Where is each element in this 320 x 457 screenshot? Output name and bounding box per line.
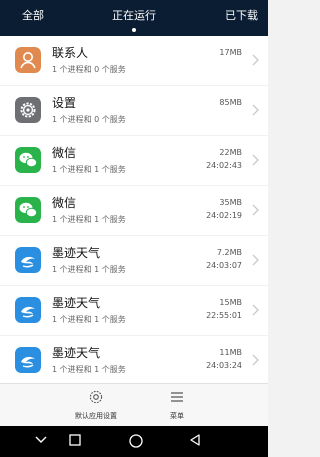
chevron-right-icon — [252, 304, 259, 316]
app-name: 联系人 — [52, 46, 89, 60]
running-apps-list: 联系人 1 个进程和 0 个服务 17MB 设置 1 个进程和 0 个服务 85… — [0, 36, 268, 385]
chevron-right-icon — [252, 54, 259, 66]
memory-size: 17MB — [219, 48, 242, 57]
wechat-icon — [15, 147, 41, 173]
memory-size: 85MB — [219, 98, 242, 107]
running-time: 24:02:43 — [206, 161, 242, 170]
memory-size: 11MB — [219, 348, 242, 357]
list-item[interactable]: 微信 1 个进程和 1 个服务 35MB 24:02:19 — [0, 186, 268, 235]
app-name: 设置 — [52, 96, 77, 110]
app-name: 墨迹天气 — [52, 346, 101, 360]
gear-icon — [89, 390, 103, 404]
active-tab-indicator — [132, 28, 136, 32]
memory-size: 35MB — [219, 198, 242, 207]
chevron-right-icon — [252, 154, 259, 166]
menu-icon — [171, 392, 183, 402]
process-count: 1 个进程和 1 个服务 — [52, 215, 126, 224]
app-name: 微信 — [52, 196, 77, 210]
settings-gear-icon — [15, 97, 41, 123]
process-count: 1 个进程和 0 个服务 — [52, 115, 126, 124]
wechat-icon — [15, 197, 41, 223]
process-count: 1 个进程和 1 个服务 — [52, 365, 126, 374]
memory-size: 7.2MB — [216, 248, 242, 257]
moji-weather-icon — [15, 297, 41, 323]
menu-button[interactable]: 菜单 — [160, 389, 194, 421]
memory-size: 15MB — [219, 298, 242, 307]
memory-size: 22MB — [219, 148, 242, 157]
top-tab-bar: 全部 正在运行 已下载 — [0, 0, 268, 36]
back-icon[interactable] — [188, 433, 202, 447]
notification-pull-icon[interactable] — [34, 433, 48, 447]
tab-downloaded[interactable]: 已下载 — [225, 9, 258, 23]
list-item[interactable]: 墨迹天气 1 个进程和 1 个服务 11MB 24:03:24 — [0, 336, 268, 385]
running-time: 22:55:01 — [206, 311, 242, 320]
recent-apps-icon[interactable] — [68, 433, 82, 447]
list-item[interactable]: 联系人 1 个进程和 0 个服务 17MB — [0, 36, 268, 85]
default-app-settings-button[interactable]: 默认应用设置 — [70, 389, 122, 421]
list-item[interactable]: 微信 1 个进程和 1 个服务 22MB 24:02:43 — [0, 136, 268, 185]
home-icon[interactable] — [128, 433, 144, 449]
chevron-right-icon — [252, 104, 259, 116]
process-count: 1 个进程和 1 个服务 — [52, 265, 126, 274]
bottom-action-bar: 默认应用设置 菜单 — [0, 383, 268, 427]
menu-label: 菜单 — [170, 412, 184, 420]
app-name: 微信 — [52, 146, 77, 160]
moji-weather-icon — [15, 347, 41, 373]
system-navigation-bar — [0, 426, 268, 457]
list-item[interactable]: 墨迹天气 1 个进程和 1 个服务 15MB 22:55:01 — [0, 286, 268, 335]
running-time: 24:03:24 — [206, 361, 242, 370]
app-name: 墨迹天气 — [52, 246, 101, 260]
chevron-right-icon — [252, 254, 259, 266]
app-name: 墨迹天气 — [52, 296, 101, 310]
process-count: 1 个进程和 1 个服务 — [52, 165, 126, 174]
process-count: 1 个进程和 1 个服务 — [52, 315, 126, 324]
contacts-icon — [15, 47, 41, 73]
list-item[interactable]: 设置 1 个进程和 0 个服务 85MB — [0, 86, 268, 135]
chevron-right-icon — [252, 204, 259, 216]
default-app-settings-label: 默认应用设置 — [75, 412, 117, 420]
list-item[interactable]: 墨迹天气 1 个进程和 1 个服务 7.2MB 24:03:07 — [0, 236, 268, 285]
process-count: 1 个进程和 0 个服务 — [52, 65, 126, 74]
running-time: 24:03:07 — [206, 261, 242, 270]
running-time: 24:02:19 — [206, 211, 242, 220]
moji-weather-icon — [15, 247, 41, 273]
chevron-right-icon — [252, 354, 259, 366]
